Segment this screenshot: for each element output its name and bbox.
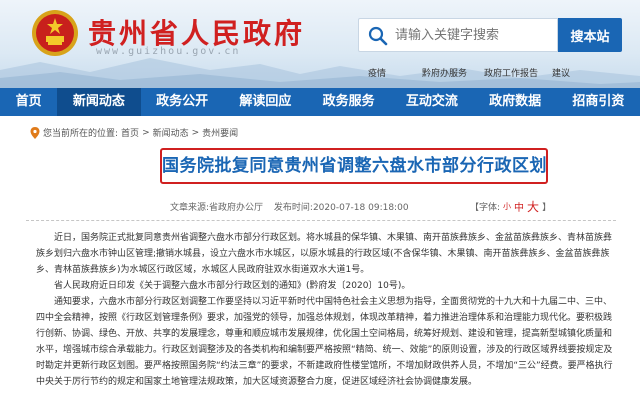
- nav-item-gov-data[interactable]: 政府数据: [474, 88, 557, 116]
- main-nav: 首页 新闻动态 政务公开 解读回应 政务服务 互动交流 政府数据 招商引资: [0, 88, 640, 116]
- article-source: 文章来源:省政府办公厅: [170, 203, 264, 213]
- article-body: 近日，国务院正式批复同意贵州省调整六盘水市部分行政区划。将水城县的保华镇、木果镇…: [36, 230, 616, 390]
- quicklink-office-service[interactable]: 黔府办服务: [422, 66, 467, 79]
- article-paragraph: 省人民政府近日印发《关于调整六盘水市部分行政区划的通知》(黔府发〔2020〕10…: [54, 281, 411, 291]
- font-size-small-button[interactable]: 小: [503, 201, 511, 212]
- article-meta: 文章来源:省政府办公厅 发布时间:2020-07-18 09:18:00: [170, 200, 417, 213]
- article-title: 国务院批复同意贵州省调整六盘水市部分行政区划: [162, 156, 547, 176]
- article-date: 发布时间:2020-07-18 09:18:00: [273, 203, 409, 213]
- national-emblem-icon[interactable]: [30, 8, 80, 58]
- nav-item-news[interactable]: 新闻动态: [57, 88, 141, 116]
- location-pin-icon: [30, 126, 40, 139]
- nav-item-gov-services[interactable]: 政务服务: [307, 88, 390, 116]
- article-title-highlight: 国务院批复同意贵州省调整六盘水市部分行政区划: [160, 148, 548, 184]
- nav-item-home[interactable]: 首页: [0, 88, 57, 116]
- nav-item-investment[interactable]: 招商引资: [557, 88, 640, 116]
- breadcrumb-item-news[interactable]: 新闻动态: [153, 126, 189, 139]
- search-input[interactable]: [395, 19, 555, 51]
- font-size-medium-button[interactable]: 中: [514, 199, 524, 214]
- font-size-label-end: 】: [542, 203, 552, 213]
- breadcrumb-separator: >: [191, 127, 200, 138]
- breadcrumb-prefix: 您当前所在的位置:: [43, 129, 119, 139]
- search-box[interactable]: [358, 18, 558, 52]
- content-area: 您当前所在的位置: 首页 > 新闻动态 > 贵州要闻 国务院批复同意贵州省调整六…: [0, 116, 640, 405]
- quicklink-epidemic[interactable]: 疫情: [368, 66, 386, 79]
- quicklinks: 疫情 黔府办服务 政府工作报告 建议: [360, 66, 640, 80]
- search-icon: [368, 26, 388, 46]
- nav-item-interaction[interactable]: 互动交流: [390, 88, 473, 116]
- article-paragraph: 通知要求，六盘水市部分行政区划调整工作要坚持以习近平新时代中国特色社会主义思想为…: [36, 297, 613, 387]
- font-size-label: 【字体:: [470, 203, 501, 213]
- quicklink-work-report[interactable]: 政府工作报告: [484, 66, 538, 79]
- nav-item-interpretation[interactable]: 解读回应: [224, 88, 307, 116]
- divider: [26, 220, 616, 221]
- quicklink-suggestion[interactable]: 建议: [552, 66, 570, 79]
- breadcrumb-item-guizhou-news[interactable]: 贵州要闻: [202, 126, 238, 139]
- breadcrumb-item-home[interactable]: 首页: [121, 126, 139, 139]
- font-size-control: 【字体: 小 中 大 】: [470, 198, 551, 215]
- breadcrumb: 您当前所在的位置: 首页 > 新闻动态 > 贵州要闻: [30, 126, 238, 139]
- font-size-large-button[interactable]: 大: [527, 198, 539, 215]
- breadcrumb-separator: >: [142, 127, 150, 138]
- site-url: www.guizhou.gov.cn: [96, 46, 241, 57]
- search-button[interactable]: 搜本站: [558, 18, 622, 52]
- site-header: 贵州省人民政府 www.guizhou.gov.cn 搜本站 疫情 黔府办服务 …: [0, 0, 640, 88]
- nav-item-gov-affairs[interactable]: 政务公开: [141, 88, 224, 116]
- article-paragraph: 近日，国务院正式批复同意贵州省调整六盘水市部分行政区划。将水城县的保华镇、木果镇…: [36, 233, 613, 275]
